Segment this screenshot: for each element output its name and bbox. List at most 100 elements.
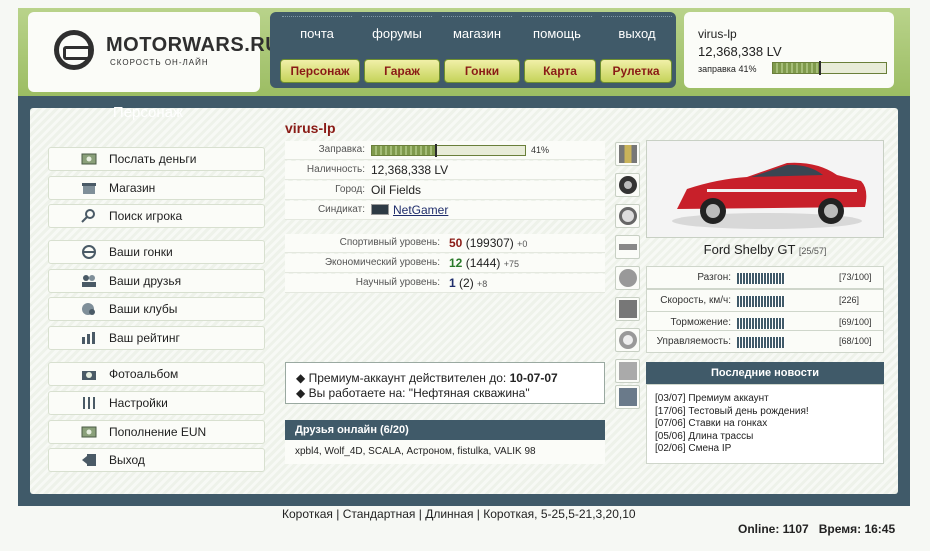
syndicate-value[interactable]: NetGamer bbox=[371, 203, 448, 217]
nav-forums[interactable]: форумы bbox=[362, 16, 432, 41]
rating-icon bbox=[82, 332, 95, 344]
car-model: Ford Shelby GT bbox=[703, 242, 796, 257]
top-navigation: почта форумы магазин помощь выход Персон… bbox=[270, 12, 676, 88]
user-fuel-label: заправка 41% bbox=[698, 64, 757, 74]
turbo-icon bbox=[619, 269, 637, 287]
sidebar-item-your-friends[interactable]: Ваши друзья bbox=[48, 269, 265, 293]
sport-level-row: Спортивный уровень: 50 (199307) +0 bbox=[285, 234, 605, 253]
stat-value: [69/100] bbox=[839, 317, 872, 327]
fuel-label: Заправка: bbox=[318, 144, 365, 155]
tab-races[interactable]: Гонки bbox=[444, 59, 520, 83]
sidebar-item-send-money[interactable]: Послать деньги bbox=[48, 147, 265, 171]
sidebar-item-label: Выход bbox=[109, 453, 145, 467]
sport-level-value: 50 (199307) +0 bbox=[449, 236, 527, 250]
stat-bar bbox=[737, 273, 785, 284]
part-slot-wheels[interactable] bbox=[615, 204, 640, 228]
sidebar-item-label: Ваши друзья bbox=[109, 274, 182, 288]
sidebar-item-player-search[interactable]: Поиск игрока bbox=[48, 204, 265, 228]
part-slot-electronics[interactable] bbox=[615, 385, 640, 409]
fuel-bar-fill bbox=[372, 146, 435, 155]
logo-icon bbox=[54, 30, 94, 70]
fuel-bar bbox=[371, 144, 526, 157]
footer-links[interactable]: Короткая | Стандартная | Длинная | Корот… bbox=[282, 507, 636, 521]
user-fuel-bar-marker bbox=[819, 61, 822, 75]
character-name: virus-lp bbox=[285, 120, 336, 136]
stat-speed: Скорость, км/ч: [226] bbox=[646, 289, 884, 312]
user-cash: 12,368,338 LV bbox=[698, 44, 782, 59]
friends-icon bbox=[82, 275, 96, 287]
news-item[interactable]: [07/06] Ставки на гонках bbox=[655, 418, 875, 431]
user-name[interactable]: virus-lp bbox=[698, 27, 737, 41]
fuel-bar-marker bbox=[434, 144, 437, 157]
stat-handling: Управляемость: [68/100] bbox=[646, 330, 884, 353]
syndicate-row: Синдикат: NetGamer bbox=[285, 201, 605, 220]
footer-status: Online: 1107 Время: 16:45 bbox=[738, 522, 895, 536]
sidebar-item-your-races[interactable]: Ваши гонки bbox=[48, 240, 265, 264]
sidebar-item-photo-album[interactable]: Фотоальбом bbox=[48, 362, 265, 386]
news-item[interactable]: [05/06] Длина трассы bbox=[655, 431, 875, 444]
sidebar-item-topup-eun[interactable]: Пополнение EUN bbox=[48, 420, 265, 444]
sci-points: (2) bbox=[459, 276, 474, 290]
car-picture-icon bbox=[647, 141, 883, 237]
news-item[interactable]: [02/06] Смена IP bbox=[655, 443, 875, 456]
tab-garage[interactable]: Гараж bbox=[364, 59, 440, 83]
stat-bar bbox=[737, 318, 785, 329]
sidebar-item-shop[interactable]: Магазин bbox=[48, 176, 265, 200]
sidebar-item-label: Пополнение EUN bbox=[109, 425, 207, 439]
sidebar-item-label: Ваши клубы bbox=[109, 302, 178, 316]
premium-line: ◆ Премиум-аккаунт действителен до: 10-07… bbox=[296, 371, 558, 385]
logo-subtitle: СКОРОСТЬ ОН-ЛАЙН bbox=[110, 58, 209, 67]
sport-level-label: Спортивный уровень: bbox=[339, 237, 440, 248]
part-slot-exhaust[interactable] bbox=[615, 235, 640, 259]
tab-map[interactable]: Карта bbox=[524, 59, 596, 83]
car-slots: [25/57] bbox=[798, 246, 827, 256]
part-slot-gearbox[interactable] bbox=[615, 359, 640, 383]
part-slot-engine[interactable] bbox=[615, 297, 640, 321]
syndicate-link[interactable]: NetGamer bbox=[393, 203, 448, 217]
sci-level: 1 bbox=[449, 276, 456, 290]
syndicate-label: Синдикат: bbox=[317, 204, 365, 215]
logo[interactable]: MOTORWARS.RU СКОРОСТЬ ОН-ЛАЙН bbox=[28, 12, 280, 92]
suspension-icon bbox=[619, 145, 637, 163]
tab-roulette[interactable]: Рулетка bbox=[600, 59, 672, 83]
nav-mail[interactable]: почта bbox=[282, 16, 352, 41]
news-list: [03/07] Премиум аккаунт [17/06] Тестовый… bbox=[646, 384, 884, 464]
sci-level-row: Научный уровень: 1 (2) +8 bbox=[285, 274, 605, 293]
part-slot-tire[interactable] bbox=[615, 173, 640, 197]
part-slot-turbo[interactable] bbox=[615, 266, 640, 290]
part-slot-brake[interactable] bbox=[615, 328, 640, 352]
server-time: Время: 16:45 bbox=[818, 522, 896, 536]
part-slot-suspension[interactable] bbox=[615, 142, 640, 166]
city-row: Город: Oil Fields bbox=[285, 181, 605, 200]
econ-delta: +75 bbox=[503, 259, 520, 269]
clubs-icon bbox=[82, 303, 95, 315]
sidebar-item-your-rating[interactable]: Ваш рейтинг bbox=[48, 326, 265, 350]
fuel-row: Заправка: 41% bbox=[285, 141, 605, 160]
news-item[interactable]: [03/07] Премиум аккаунт bbox=[655, 393, 875, 406]
tab-character[interactable]: Персонаж bbox=[280, 59, 360, 83]
city-value: Oil Fields bbox=[371, 183, 422, 197]
job-line: ◆ Вы работаете на: "Нефтяная скважина" bbox=[296, 386, 530, 400]
sidebar-item-label: Поиск игрока bbox=[109, 209, 183, 223]
nav-help[interactable]: помощь bbox=[522, 16, 592, 41]
sport-delta: +0 bbox=[517, 239, 528, 249]
news-item[interactable]: [17/06] Тестовый день рождения! bbox=[655, 406, 875, 419]
sidebar-item-exit[interactable]: Выход bbox=[48, 448, 265, 472]
sidebar-item-settings[interactable]: Настройки bbox=[48, 391, 265, 415]
car-image[interactable] bbox=[646, 140, 884, 238]
exhaust-icon bbox=[619, 244, 637, 250]
stat-bar bbox=[737, 337, 785, 348]
econ-level-row: Экономический уровень: 12 (1444) +75 bbox=[285, 254, 605, 273]
sidebar-item-label: Настройки bbox=[109, 396, 168, 410]
syndicate-flag-icon bbox=[371, 204, 389, 215]
brake-disc-icon bbox=[619, 331, 637, 349]
premium-info: ◆ Премиум-аккаунт действителен до: 10-07… bbox=[285, 362, 605, 404]
settings-icon bbox=[83, 397, 95, 409]
friends-online-list[interactable]: xpbl4, Wolf_4D, SCALA, Астроном, fistulk… bbox=[285, 440, 605, 464]
user-fuel-bar bbox=[772, 61, 887, 75]
engine-icon bbox=[619, 300, 637, 318]
sidebar-item-your-clubs[interactable]: Ваши клубы bbox=[48, 297, 265, 321]
sci-delta: +8 bbox=[477, 279, 488, 289]
nav-logout[interactable]: выход bbox=[602, 16, 672, 41]
nav-shop[interactable]: магазин bbox=[442, 16, 512, 41]
